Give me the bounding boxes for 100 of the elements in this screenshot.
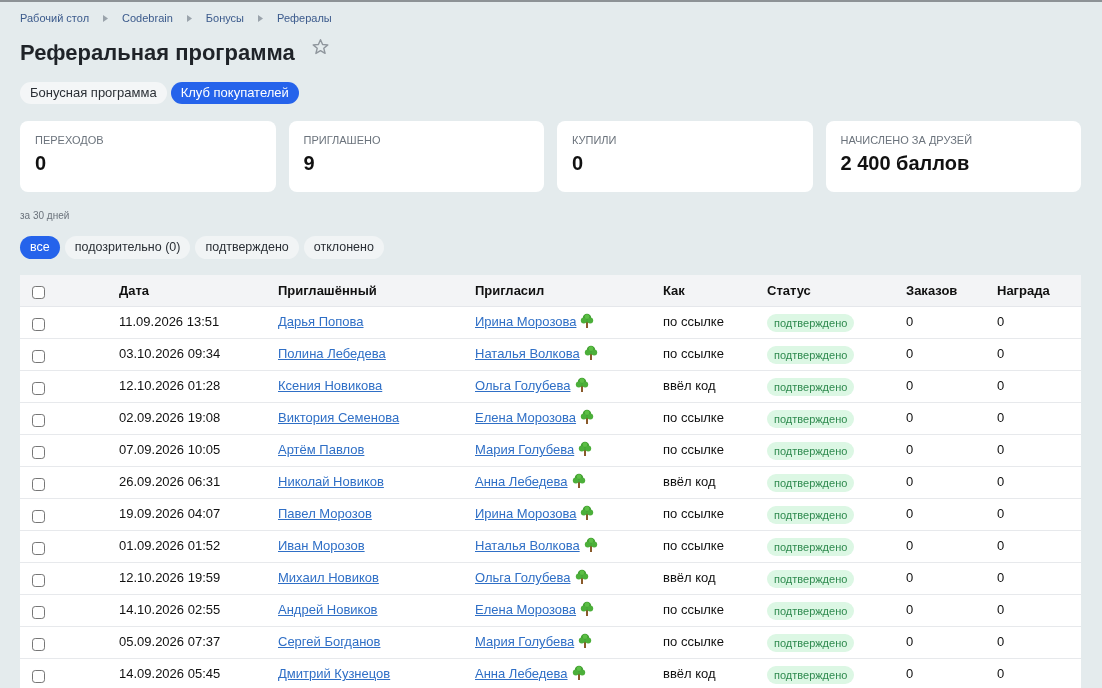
table-cell: 0 xyxy=(894,402,985,434)
table-cell: по ссылке xyxy=(651,434,755,466)
invitee-link[interactable]: Полина Лебедева xyxy=(278,346,386,362)
invitee-link[interactable]: Артём Павлов xyxy=(278,442,365,458)
breadcrumb-link[interactable]: Рефералы xyxy=(277,10,332,26)
column-header: Награда xyxy=(985,275,1081,306)
table-cell: 0 xyxy=(985,370,1081,402)
table-cell: по ссылке xyxy=(651,498,755,530)
table-cell: по ссылке xyxy=(651,402,755,434)
table-cell: по ссылке xyxy=(651,338,755,370)
inviter-link[interactable]: Анна Лебедева xyxy=(475,474,586,490)
table-cell: 12.10.2026 01:28 xyxy=(107,370,266,402)
inviter-link[interactable]: Елена Морозова xyxy=(475,602,595,618)
row-checkbox[interactable] xyxy=(32,445,45,459)
status-badge: подтверждено xyxy=(767,410,855,429)
invitee-link[interactable]: Виктория Семенова xyxy=(278,410,400,426)
table-cell: 0 xyxy=(894,466,985,498)
table-cell: 12.10.2026 19:59 xyxy=(107,562,266,594)
inviter-link[interactable]: Ольга Голубева xyxy=(475,570,589,586)
breadcrumb-link[interactable]: Codebrain xyxy=(122,10,173,26)
row-checkbox[interactable] xyxy=(32,349,45,363)
tab[interactable]: Клуб покупателей xyxy=(170,82,299,104)
table-cell: 05.09.2026 07:37 xyxy=(107,626,266,658)
invitee-link[interactable]: Николай Новиков xyxy=(278,474,384,490)
table-cell: 0 xyxy=(894,530,985,562)
stat-label: ПЕРЕХОДОВ xyxy=(35,133,105,147)
tree-icon xyxy=(578,441,593,457)
filter-chip[interactable]: подозрительно (0) xyxy=(64,236,191,259)
row-checkbox[interactable] xyxy=(32,669,45,683)
tree-icon xyxy=(578,633,593,649)
table-cell: по ссылке xyxy=(651,594,755,626)
table-cell: 0 xyxy=(894,626,985,658)
stat-value: 2 400 баллов xyxy=(840,151,971,175)
invitee-link[interactable]: Михаил Новиков xyxy=(278,570,379,586)
status-badge: подтверждено xyxy=(767,378,855,397)
filter-chip[interactable]: отклонено xyxy=(303,236,384,259)
row-checkbox[interactable] xyxy=(32,477,45,491)
star-icon[interactable] xyxy=(311,38,329,55)
breadcrumb-link[interactable]: Рабочий стол xyxy=(20,10,90,26)
table-cell: ввёл код xyxy=(651,466,755,498)
table-cell: 0 xyxy=(894,498,985,530)
row-checkbox[interactable] xyxy=(32,509,45,523)
filter-chip[interactable]: подтверждено xyxy=(195,236,299,259)
table-cell: 0 xyxy=(985,530,1081,562)
stat-label: ПРИГЛАШЕНО xyxy=(303,133,382,147)
inviter-link[interactable]: Наталья Волкова xyxy=(475,346,598,362)
tree-icon xyxy=(574,569,589,585)
invitee-link[interactable]: Дмитрий Кузнецов xyxy=(278,666,391,682)
row-checkbox[interactable] xyxy=(32,541,45,555)
column-header: Заказов xyxy=(894,275,985,306)
row-checkbox[interactable] xyxy=(32,381,45,395)
status-badge: подтверждено xyxy=(767,506,855,525)
inviter-link[interactable]: Елена Морозова xyxy=(475,410,595,426)
select-all-checkbox[interactable] xyxy=(32,285,45,299)
table-cell: 0 xyxy=(985,306,1081,338)
period-note: за 30 дней xyxy=(20,209,71,223)
table-cell: 0 xyxy=(894,562,985,594)
row-checkbox[interactable] xyxy=(32,413,45,427)
inviter-link[interactable]: Ирина Морозова xyxy=(475,506,595,522)
invitee-link[interactable]: Иван Морозов xyxy=(278,538,365,554)
tree-icon xyxy=(580,409,595,425)
column-header: Как xyxy=(651,275,755,306)
inviter-link[interactable]: Ирина Морозова xyxy=(475,314,595,330)
stat-label: НАЧИСЛЕНО ЗА ДРУЗЕЙ xyxy=(840,133,974,147)
breadcrumb-separator-icon xyxy=(258,14,264,22)
table-cell: 0 xyxy=(985,658,1081,688)
tab[interactable]: Бонусная программа xyxy=(20,82,167,104)
row-checkbox[interactable] xyxy=(32,605,45,619)
tree-icon xyxy=(580,313,595,329)
filter-chip[interactable]: все xyxy=(20,236,60,259)
invitee-link[interactable]: Сергей Богданов xyxy=(278,634,381,650)
inviter-link[interactable]: Анна Лебедева xyxy=(475,666,586,682)
table-cell: 07.09.2026 10:05 xyxy=(107,434,266,466)
table-cell: по ссылке xyxy=(651,306,755,338)
invitee-link[interactable]: Андрей Новиков xyxy=(278,602,378,618)
invitee-link[interactable]: Павел Морозов xyxy=(278,506,372,522)
table-cell: 0 xyxy=(894,658,985,688)
table-cell: 19.09.2026 04:07 xyxy=(107,498,266,530)
row-checkbox[interactable] xyxy=(32,317,45,331)
table-cell: 03.10.2026 09:34 xyxy=(107,338,266,370)
table-cell: 14.10.2026 02:55 xyxy=(107,594,266,626)
status-badge: подтверждено xyxy=(767,346,855,365)
table-cell: ввёл код xyxy=(651,658,755,688)
table-cell: 0 xyxy=(985,594,1081,626)
breadcrumb-link[interactable]: Бонусы xyxy=(205,10,245,26)
row-checkbox[interactable] xyxy=(32,573,45,587)
invitee-link[interactable]: Ксения Новикова xyxy=(278,378,383,394)
status-badge: подтверждено xyxy=(767,602,855,621)
inviter-link[interactable]: Ольга Голубева xyxy=(475,378,589,394)
inviter-link[interactable]: Наталья Волкова xyxy=(475,538,598,554)
table-cell: 0 xyxy=(894,370,985,402)
tree-icon xyxy=(583,345,598,361)
table-cell: 0 xyxy=(985,402,1081,434)
inviter-link[interactable]: Мария Голубева xyxy=(475,442,593,458)
status-badge: подтверждено xyxy=(767,634,855,653)
inviter-link[interactable]: Мария Голубева xyxy=(475,634,593,650)
breadcrumb-separator-icon xyxy=(186,14,192,22)
invitee-link[interactable]: Дарья Попова xyxy=(278,314,364,330)
row-checkbox[interactable] xyxy=(32,637,45,651)
tree-icon xyxy=(571,473,586,489)
